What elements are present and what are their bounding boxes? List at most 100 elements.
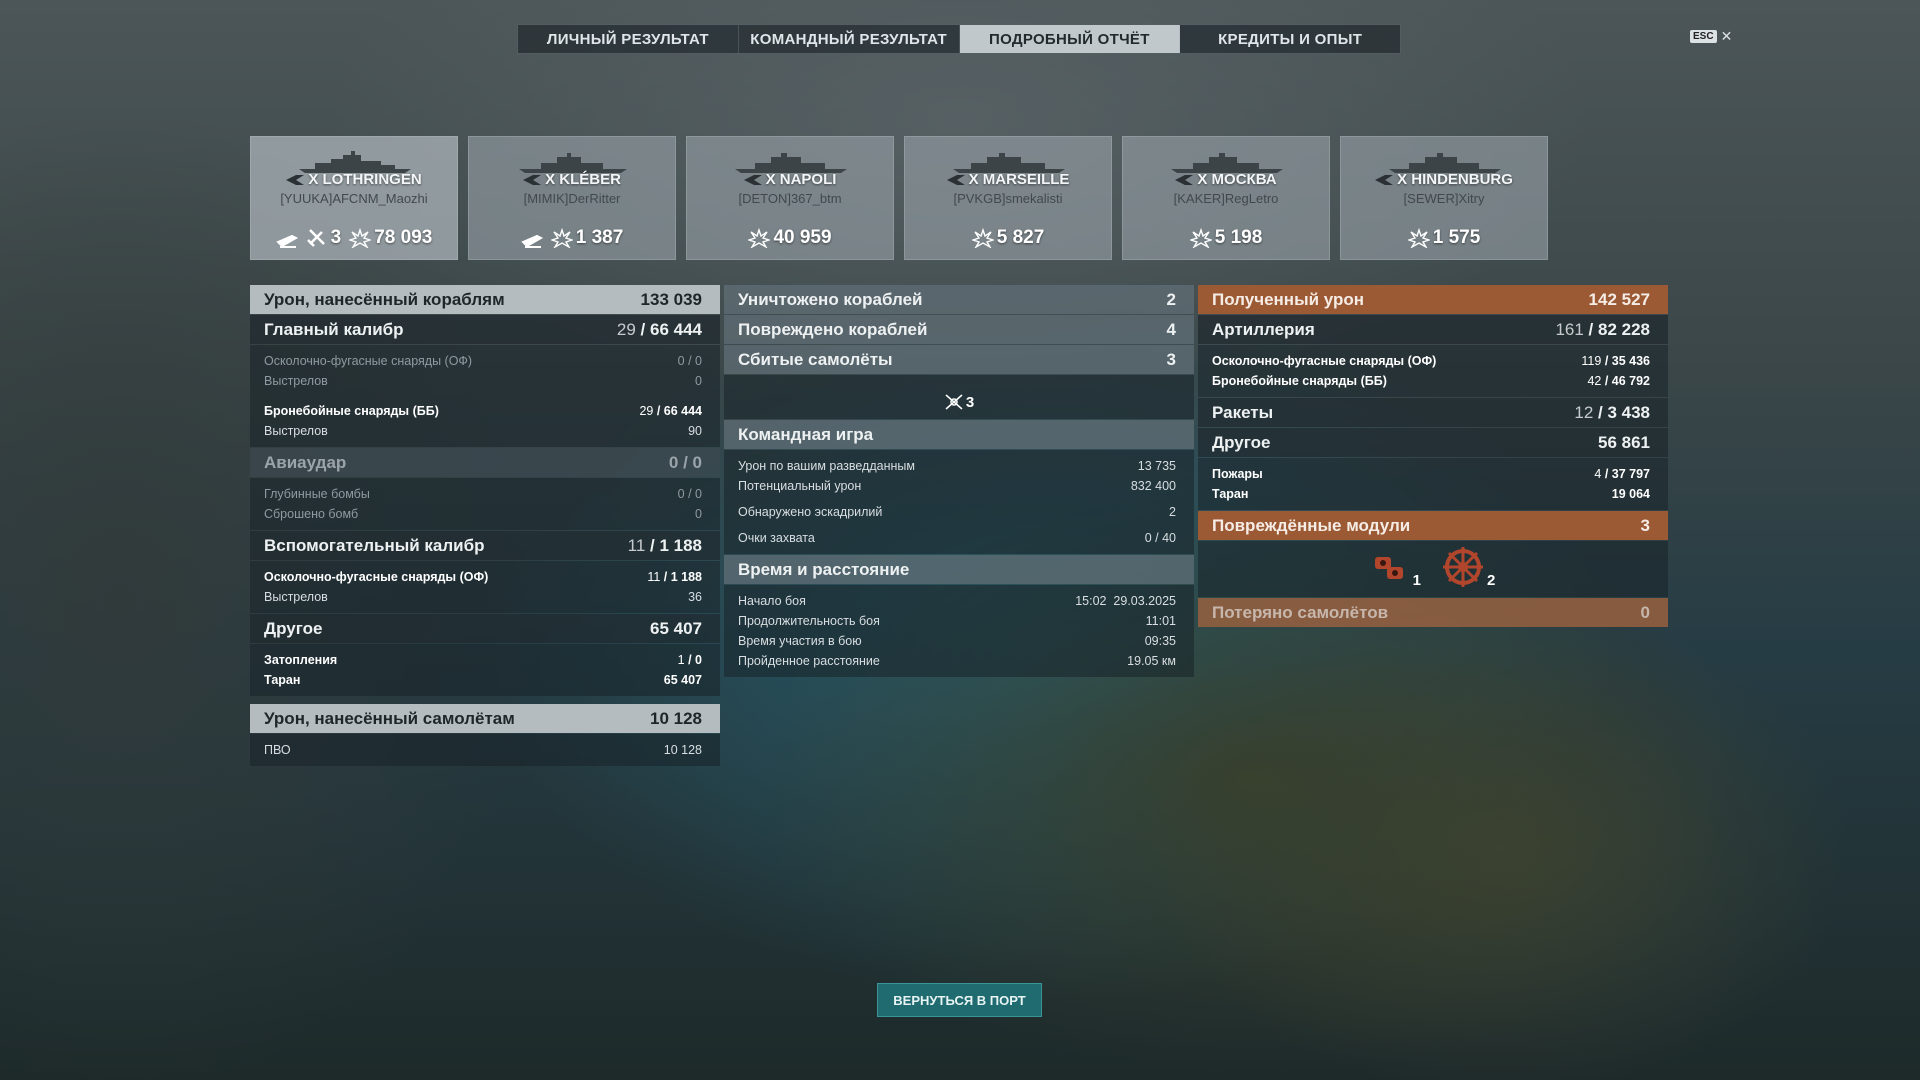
- ship-stats: 40 959: [687, 227, 893, 249]
- time-distance-header: Время и расстояние: [724, 555, 1194, 584]
- rockets-header: Ракеты 12 / 3 438: [1198, 398, 1668, 427]
- ship-name: X MARSEILLE: [905, 171, 1111, 188]
- player-name: [MIMIK]DerRitter: [523, 191, 621, 206]
- tab-credits-xp[interactable]: КРЕДИТЫ И ОПЫТ: [1180, 25, 1400, 53]
- main-battery-header: Главный калибр 29 / 66 444: [250, 315, 720, 344]
- ram-received-row: Таран 19 064: [1212, 487, 1650, 501]
- airstrike-details: Глубинные бомбы 0 / 0 Сброшено бомб 0: [250, 478, 720, 530]
- planes-shot-icons: 3: [724, 375, 1194, 419]
- damage-dealt-column: Урон, нанесённый кораблям 133 039 Главный…: [250, 285, 720, 767]
- depth-charges-row: Глубинные бомбы 0 / 0: [264, 487, 702, 501]
- tab-detailed-report[interactable]: ПОДРОБНЫЙ ОТЧЁТ: [959, 25, 1181, 53]
- mb-he-shots-row: Выстрелов 0: [264, 374, 702, 388]
- damage-icon: [1407, 228, 1430, 248]
- kills-count: 3: [330, 227, 342, 248]
- premium-flag-icon: [523, 175, 542, 186]
- ship-silhouette-icon: [1389, 153, 1501, 173]
- torpedo-ribbon-icon: [275, 234, 298, 248]
- ship-card[interactable]: X МОСКВА [KAKER]RegLetro 5 198: [1122, 136, 1330, 260]
- destroyed-header: Уничтожено кораблей 2: [724, 285, 1194, 314]
- planes-lost-header: Потеряно самолётов 0: [1198, 598, 1668, 627]
- other-dealt-details: Затопления 1 / 0 Таран 65 407: [250, 644, 720, 696]
- ship-card[interactable]: X NAPOLI [DETON]367_btm 40 959: [686, 136, 894, 260]
- damage-received-column: Полученный урон 142 527 Артиллерия 161 / …: [1198, 285, 1668, 628]
- damage-icon: [971, 228, 994, 248]
- premium-flag-icon: [946, 175, 965, 186]
- time-distance-details: Начало боя 15:02 29.03.2025 Продолжительн…: [724, 585, 1194, 677]
- ship-name: X LOTHRINGEN: [251, 171, 457, 188]
- artillery-details: Осколочно-фугасные снаряды (ОФ) 119 / 35 …: [1198, 345, 1668, 397]
- ship-silhouette-icon: [953, 153, 1065, 173]
- capture-points-row: Очки захвата 0 / 40: [738, 531, 1176, 545]
- tab-personal-result[interactable]: ЛИЧНЫЙ РЕЗУЛЬТАТ: [518, 25, 739, 53]
- damage-ships-header: Урон, нанесённый кораблям 133 039: [250, 285, 720, 314]
- secondary-details: Осколочно-фугасные снаряды (ОФ) 11 / 1 18…: [250, 561, 720, 613]
- damage-icon: [1189, 228, 1212, 248]
- planes-shot-header: Сбитые самолёты 3: [724, 345, 1194, 374]
- sec-shots-row: Выстрелов 36: [264, 590, 702, 604]
- ship-card[interactable]: X LOTHRINGEN [YUUKA]AFCNM_Maozhi 3 78 09…: [250, 136, 458, 260]
- potential-damage-row: Потенциальный урон 832 400: [738, 479, 1176, 493]
- damage-icon: [550, 228, 573, 248]
- ship-name: X KLÉBER: [469, 171, 675, 188]
- battle-duration-row: Продолжительность боя 11:01: [738, 614, 1176, 628]
- fires-row: Пожары 4 / 37 797: [1212, 467, 1650, 481]
- damaged-header: Повреждено кораблей 4: [724, 315, 1194, 344]
- ship-stats: 5 198: [1123, 227, 1329, 249]
- secondary-header: Вспомогательный калибр 11 / 1 188: [250, 531, 720, 560]
- mb-ap-shots-row: Выстрелов 90: [264, 424, 702, 438]
- ship-name: X HINDENBURG: [1341, 171, 1547, 188]
- steering-damage-count: 2: [1487, 572, 1496, 589]
- aa-row: ПВО 10 128: [264, 743, 702, 757]
- plane-kill-icon: [306, 229, 325, 247]
- bombs-dropped-row: Сброшено бомб 0: [264, 507, 702, 521]
- ship-silhouette-icon: [735, 153, 847, 173]
- distance-row: Пройденное расстояние 19.05 км: [738, 654, 1176, 668]
- damage-value: 1 575: [1432, 227, 1481, 248]
- premium-flag-icon: [286, 175, 305, 186]
- return-to-port-button[interactable]: ВЕРНУТЬСЯ В ПОРТ: [877, 983, 1042, 1017]
- player-name: [SEWER]Xitry: [1403, 191, 1485, 206]
- ship-silhouette-icon: [519, 153, 627, 173]
- steering-module-icon: [1443, 547, 1483, 587]
- player-name: [KAKER]RegLetro: [1173, 191, 1279, 206]
- module-icons: 1 2: [1198, 541, 1668, 597]
- esc-key-icon: ESC: [1690, 30, 1717, 43]
- flooding-row: Затопления 1 / 0: [264, 653, 702, 667]
- engine-module-icon: [1374, 557, 1403, 579]
- damage-planes-header: Урон, нанесённый самолётам 10 128: [250, 704, 720, 733]
- sec-he-row: Осколочно-фугасные снаряды (ОФ) 11 / 1 18…: [264, 570, 702, 584]
- close-icon: ✕: [1720, 28, 1733, 44]
- ship-name: X NAPOLI: [687, 171, 893, 188]
- airstrike-header: Авиаудар 0 / 0: [250, 448, 720, 477]
- ship-card[interactable]: X KLÉBER [MIMIK]DerRitter 1 387: [468, 136, 676, 260]
- damage-value: 5 198: [1214, 227, 1263, 248]
- other-received-header: Другое 56 861: [1198, 428, 1668, 457]
- tab-team-result[interactable]: КОМАНДНЫЙ РЕЗУЛЬТАТ: [739, 25, 960, 53]
- player-name: [PVKGB]smekalisti: [953, 191, 1063, 206]
- ship-stats: 3 78 093: [251, 227, 457, 249]
- ram-dealt-row: Таран 65 407: [264, 673, 702, 687]
- spotting-damage-row: Урон по вашим разведданным 13 735: [738, 459, 1176, 473]
- main-battery-details: Осколочно-фугасные снаряды (ОФ) 0 / 0 Выс…: [250, 345, 720, 447]
- mb-ap-row: Бронебойные снаряды (ББ) 29 / 66 444: [264, 404, 702, 418]
- time-in-battle-row: Время участия в бою 09:35: [738, 634, 1176, 648]
- premium-flag-icon: [1175, 175, 1194, 186]
- premium-flag-icon: [1375, 175, 1394, 186]
- close-button[interactable]: ESC ✕: [1690, 28, 1732, 45]
- damage-value: 5 827: [996, 227, 1045, 248]
- combat-summary-column: Уничтожено кораблей 2 Повреждено кораблей…: [724, 285, 1194, 678]
- damage-icon: [349, 228, 372, 248]
- ship-card[interactable]: X MARSEILLE [PVKGB]smekalisti 5 827: [904, 136, 1112, 260]
- damage-value: 40 959: [773, 227, 832, 248]
- modules-header: Повреждённые модули 3: [1198, 511, 1668, 540]
- premium-flag-icon: [743, 175, 762, 186]
- other-dealt-header: Другое 65 407: [250, 614, 720, 643]
- ship-stats: 5 827: [905, 227, 1111, 249]
- player-name: [YUUKA]AFCNM_Maozhi: [280, 191, 428, 206]
- ship-silhouette-icon: [299, 151, 411, 173]
- planes-shot-count: 3: [965, 394, 975, 411]
- artillery-header: Артиллерия 161 / 82 228: [1198, 315, 1668, 344]
- ship-card[interactable]: X HINDENBURG [SEWER]Xitry 1 575: [1340, 136, 1548, 260]
- ship-silhouette-icon: [1171, 153, 1283, 173]
